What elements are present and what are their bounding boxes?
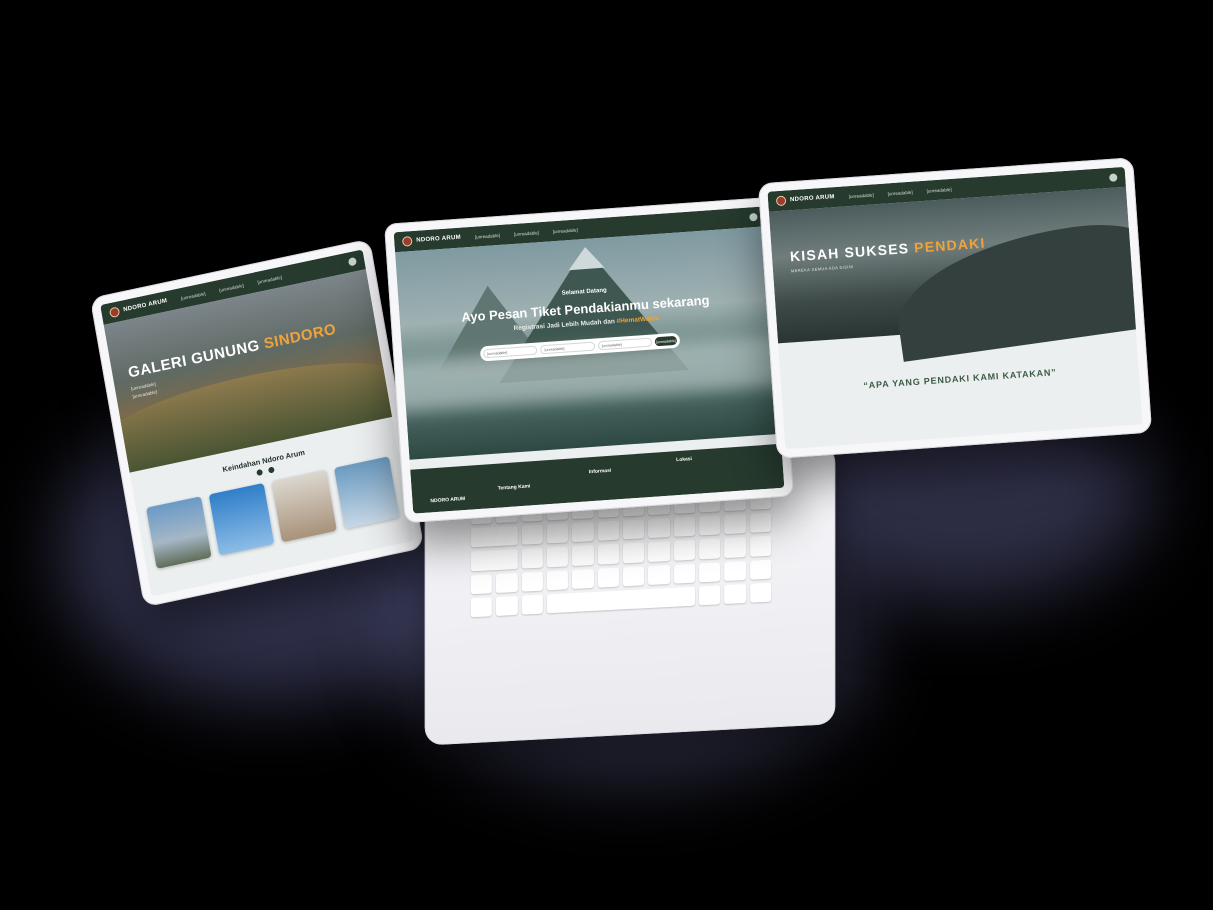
booking-field-2[interactable]: [unreadable]	[540, 341, 596, 355]
key	[648, 518, 670, 539]
key	[724, 514, 746, 535]
avatar	[347, 256, 358, 267]
key	[572, 545, 594, 566]
brand-name: NDORO ARUM	[416, 234, 462, 244]
key	[749, 559, 772, 580]
filter-pill[interactable]	[256, 468, 264, 477]
key	[597, 520, 619, 542]
gallery-photo[interactable]	[333, 456, 400, 529]
filter-pill[interactable]	[267, 466, 275, 474]
key	[673, 540, 696, 561]
booking-field-3[interactable]: [unreadable]	[597, 337, 653, 351]
nav-item-1[interactable]: [unreadable]	[181, 290, 206, 300]
key	[749, 536, 772, 557]
key	[470, 526, 518, 548]
spacebar	[546, 586, 696, 614]
key	[521, 594, 543, 615]
key	[521, 548, 543, 569]
key	[496, 595, 518, 616]
laptop-screen: NDORO ARUM [unreadable] [unreadable] [un…	[393, 206, 785, 514]
brand-logo[interactable]: NDORO ARUM	[775, 192, 835, 207]
snow-peak	[567, 245, 605, 271]
footer-location[interactable]: Lokasi	[676, 456, 692, 463]
key	[699, 538, 721, 560]
gallery-photo[interactable]	[208, 482, 275, 556]
key	[470, 573, 493, 595]
gallery-photo[interactable]	[271, 469, 337, 543]
key	[546, 523, 569, 544]
nav-item-2[interactable]: [unreadable]	[514, 230, 539, 237]
key	[546, 546, 569, 567]
avatar	[1109, 173, 1118, 182]
key	[724, 537, 746, 558]
nav-item-3[interactable]: [unreadable]	[257, 274, 282, 284]
key	[673, 516, 696, 538]
brand-logo[interactable]: NDORO ARUM	[401, 233, 462, 247]
logo-icon	[401, 236, 413, 247]
key	[521, 524, 543, 546]
footer-about[interactable]: Tentang Kami	[498, 483, 531, 491]
laptop-screen-device: NDORO ARUM [unreadable] [unreadable] [un…	[384, 196, 794, 524]
key	[572, 522, 594, 543]
key	[699, 561, 721, 583]
user-menu[interactable]	[347, 256, 358, 267]
footer-info[interactable]: Informasi	[589, 468, 612, 476]
key	[622, 542, 645, 564]
gallery-photo[interactable]	[146, 496, 212, 569]
key	[572, 568, 594, 589]
key	[673, 563, 696, 584]
tablet-testimonials-device: NDORO ARUM [unreadable] [unreadable] [un…	[757, 157, 1153, 459]
brand-name: NDORO ARUM	[789, 194, 835, 204]
key	[496, 572, 518, 593]
nav-item-1[interactable]: [unreadable]	[849, 192, 874, 199]
avatar	[749, 212, 758, 222]
key	[470, 597, 493, 618]
key	[597, 544, 619, 565]
key	[699, 585, 721, 606]
booking-field-1[interactable]: [unreadable]	[483, 345, 538, 359]
footer-brand: NDORO ARUM	[430, 495, 466, 505]
key	[521, 571, 543, 592]
logo-icon	[108, 306, 121, 319]
key	[749, 582, 772, 603]
mountain-ridge	[888, 215, 1143, 362]
brand-name: NDORO ARUM	[122, 298, 168, 314]
user-menu[interactable]	[1109, 173, 1118, 182]
dot-icon	[267, 466, 275, 474]
key	[724, 560, 746, 581]
search-button[interactable]: [unreadable]	[654, 335, 678, 347]
dot-icon	[256, 468, 264, 477]
nav-item-2[interactable]: [unreadable]	[887, 189, 912, 196]
key	[622, 565, 645, 587]
user-menu[interactable]	[749, 212, 758, 222]
key	[724, 583, 746, 605]
testimonials-heading: “APA YANG PENDAKI KAMI KATAKAN”	[863, 367, 1057, 391]
key	[648, 564, 670, 585]
nav-item-3[interactable]: [unreadable]	[926, 186, 951, 193]
tablet-gallery-device: NDORO ARUM [unreadable] [unreadable] [un…	[89, 238, 425, 608]
tablet-testimonials-screen: NDORO ARUM [unreadable] [unreadable] [un…	[767, 166, 1143, 450]
key	[597, 567, 619, 588]
key	[470, 549, 518, 571]
key	[699, 515, 721, 536]
key	[648, 541, 670, 562]
nav-item-2[interactable]: [unreadable]	[219, 282, 244, 292]
logo-icon	[775, 195, 787, 207]
key	[546, 569, 569, 591]
nav-item-1[interactable]: [unreadable]	[475, 232, 500, 239]
tablet-gallery-screen: NDORO ARUM [unreadable] [unreadable] [un…	[100, 249, 414, 597]
nav-item-3[interactable]: [unreadable]	[553, 227, 578, 234]
key	[749, 512, 772, 534]
key	[622, 519, 645, 540]
